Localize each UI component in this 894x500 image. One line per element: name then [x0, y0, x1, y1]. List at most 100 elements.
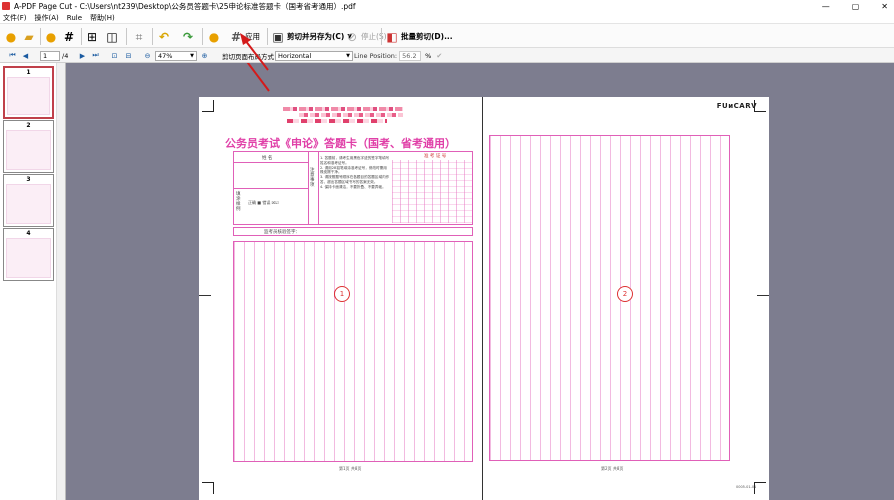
split-grid-icon: ⊞ [86, 29, 98, 44]
thumbnail-number: 2 [26, 122, 31, 129]
right-half: FUᴎCARV 2 第2页 共8页 0005-01-01 [483, 97, 769, 500]
menu-help[interactable]: 帮助(H) [90, 13, 115, 23]
crop-icon: ⌗ [135, 29, 143, 44]
brand-logo: FUᴎCARV [716, 102, 757, 110]
confirm-check-icon[interactable]: ✔ [436, 52, 442, 60]
batch-pdf-icon: ◧ [386, 29, 398, 44]
cut-mode-select[interactable]: Horizontal ▼ [275, 50, 353, 61]
answer-grid-right [489, 135, 730, 461]
cut-save-as-label: 剪切并另存为(C) [287, 32, 345, 41]
name-label: 姓 名 [262, 156, 273, 161]
left-half: 公务员考试《申论》答题卡（国考、省考通用） 姓 名 注意事项 填涂样例 正确 ■… [199, 97, 482, 500]
minimize-button[interactable]: — [822, 2, 830, 11]
thumbnail-number: 4 [26, 230, 31, 237]
thumbnail-number: 1 [26, 69, 31, 76]
thumbnail-number: 3 [26, 176, 31, 183]
title-bar: A-PDF Page Cut - C:\Users\nt239\Desktop\… [0, 0, 894, 12]
batch-cut-label: 批量剪切(D)... [401, 32, 453, 41]
app-icon [2, 2, 10, 10]
main-toolbar: ● ▰ ● # ⊞ ◫ ⌗ ↶ ↷ ● # 应用 ▣ 剪切并另存为(C) ▼ ⊘… [0, 23, 894, 48]
card-title: 公务员考试《申论》答题卡（国考、省考通用） [225, 137, 456, 150]
apply-button[interactable]: # 应用 [229, 28, 260, 45]
answer-grid-left [233, 241, 473, 462]
save-disk-icon: ▣ [272, 29, 284, 44]
thumbnail-page-2[interactable]: 2 [3, 120, 54, 173]
signature-label: 监考员核验签字： [264, 230, 300, 235]
redo-button[interactable]: ↷ [181, 28, 195, 45]
info-box: 姓 名 注意事项 填涂样例 正确 ■ 错误 ☒☑ 1. 答题前，请考生用黑色字迹… [233, 151, 473, 225]
fit-width-icon[interactable]: ⊟ [124, 51, 133, 61]
fill-sample: 正确 ■ 错误 ☒☑ [248, 200, 279, 205]
stop-icon: ⊘ [346, 29, 358, 44]
signature-row: 监考员核验签字： [233, 227, 473, 236]
page-code: 0005-01-01 [736, 485, 757, 489]
fill-label: 填涂样例 [236, 192, 241, 212]
navigation-toolbar: ⏮ ◀ 1 /4 ▶ ⏭ ⊡ ⊟ ⊖ 47% ▼ ⊕ 剪切页面布局方式 Horiz… [0, 48, 894, 63]
zoom-in-icon[interactable]: ⊕ [200, 51, 209, 61]
instructions-block: 1. 答题前，请考生用黑色字迹的签字笔填写姓名和准考证号。 2. 请用2B铅笔填… [320, 156, 390, 190]
split-horizontal-button[interactable]: ⊞ [85, 28, 99, 45]
new-icon: ● [5, 29, 17, 44]
grid-button[interactable]: # [62, 28, 76, 45]
thumbnail-panel: 1 2 3 4 [0, 63, 66, 500]
barcode-header [283, 107, 403, 111]
apply-label: 应用 [245, 32, 260, 41]
chevron-down-icon: ▼ [190, 52, 194, 59]
recent-icon: ● [45, 29, 57, 44]
first-page-button[interactable]: ⏮ [8, 51, 17, 61]
page-footer: 第1页 共8页 [339, 466, 362, 471]
undo-button[interactable]: ↶ [157, 28, 171, 45]
window-title: A-PDF Page Cut - C:\Users\nt239\Desktop\… [14, 1, 356, 11]
menu-bar: 文件(F) 操作(A) Rule 帮助(H) [0, 12, 894, 23]
thumbnail-page-1[interactable]: 1 [3, 66, 54, 119]
thumbnail-preview [7, 77, 50, 115]
split-columns-icon: ◫ [106, 29, 118, 44]
info-button[interactable]: ● [207, 28, 221, 45]
page-number-input[interactable]: 1 [40, 50, 60, 61]
question-number-circle: 2 [617, 286, 633, 302]
apply-grid-icon: # [230, 29, 242, 44]
line-position-input[interactable]: 56.2 [399, 50, 422, 61]
zoom-select[interactable]: 47% ▼ [155, 50, 197, 61]
chevron-down-icon: ▼ [346, 52, 350, 59]
exam-number-grid [392, 160, 472, 223]
thumbnail-preview [6, 184, 51, 224]
thumbnail-scrollbar[interactable] [56, 63, 65, 500]
menu-rule[interactable]: Rule [67, 14, 82, 22]
zoom-out-icon[interactable]: ⊖ [143, 51, 152, 61]
thumbnail-preview [6, 130, 51, 170]
crop-button[interactable]: ⌗ [132, 28, 146, 45]
next-page-button[interactable]: ▶ [78, 51, 87, 61]
question-number-circle: 1 [334, 286, 350, 302]
thumbnail-page-3[interactable]: 3 [3, 174, 54, 227]
barcode-header [287, 119, 387, 123]
cut-mode-value: Horizontal [278, 51, 312, 60]
cut-save-as-button[interactable]: ▣ 剪切并另存为(C) ▼ [271, 28, 352, 45]
undo-icon: ↶ [158, 29, 170, 44]
barcode-header [299, 113, 403, 117]
open-button[interactable]: ▰ [22, 28, 36, 45]
fit-page-icon[interactable]: ⊡ [110, 51, 119, 61]
instruction-line: 4. 保持卡面清洁，不要折叠、不要弄破。 [320, 184, 386, 189]
percent-label: % [425, 51, 432, 60]
pdf-page: 公务员考试《申论》答题卡（国考、省考通用） 姓 名 注意事项 填涂样例 正确 ■… [199, 97, 769, 500]
prev-page-button[interactable]: ◀ [21, 51, 30, 61]
grid-hash-icon: # [63, 29, 75, 44]
line-position-label: Line Position: [354, 51, 398, 60]
page-total: /4 [62, 51, 69, 60]
menu-file[interactable]: 文件(F) [3, 13, 27, 23]
thumbnail-page-4[interactable]: 4 [3, 228, 54, 281]
stop-label: 停止(S) [361, 32, 387, 41]
new-button[interactable]: ● [4, 28, 18, 45]
notice-label: 注意事项 [310, 168, 315, 188]
page-footer: 第2页 共8页 [601, 466, 624, 471]
menu-operate[interactable]: 操作(A) [35, 13, 59, 23]
thumbnail-preview [6, 238, 51, 278]
close-button[interactable]: ✕ [881, 2, 888, 11]
folder-open-icon: ▰ [24, 29, 34, 44]
batch-cut-button[interactable]: ◧ 批量剪切(D)... [385, 28, 453, 45]
last-page-button[interactable]: ⏭ [91, 51, 100, 61]
maximize-button[interactable]: ▢ [852, 2, 860, 11]
open-recent-button[interactable]: ● [44, 28, 58, 45]
split-vertical-button[interactable]: ◫ [105, 28, 119, 45]
